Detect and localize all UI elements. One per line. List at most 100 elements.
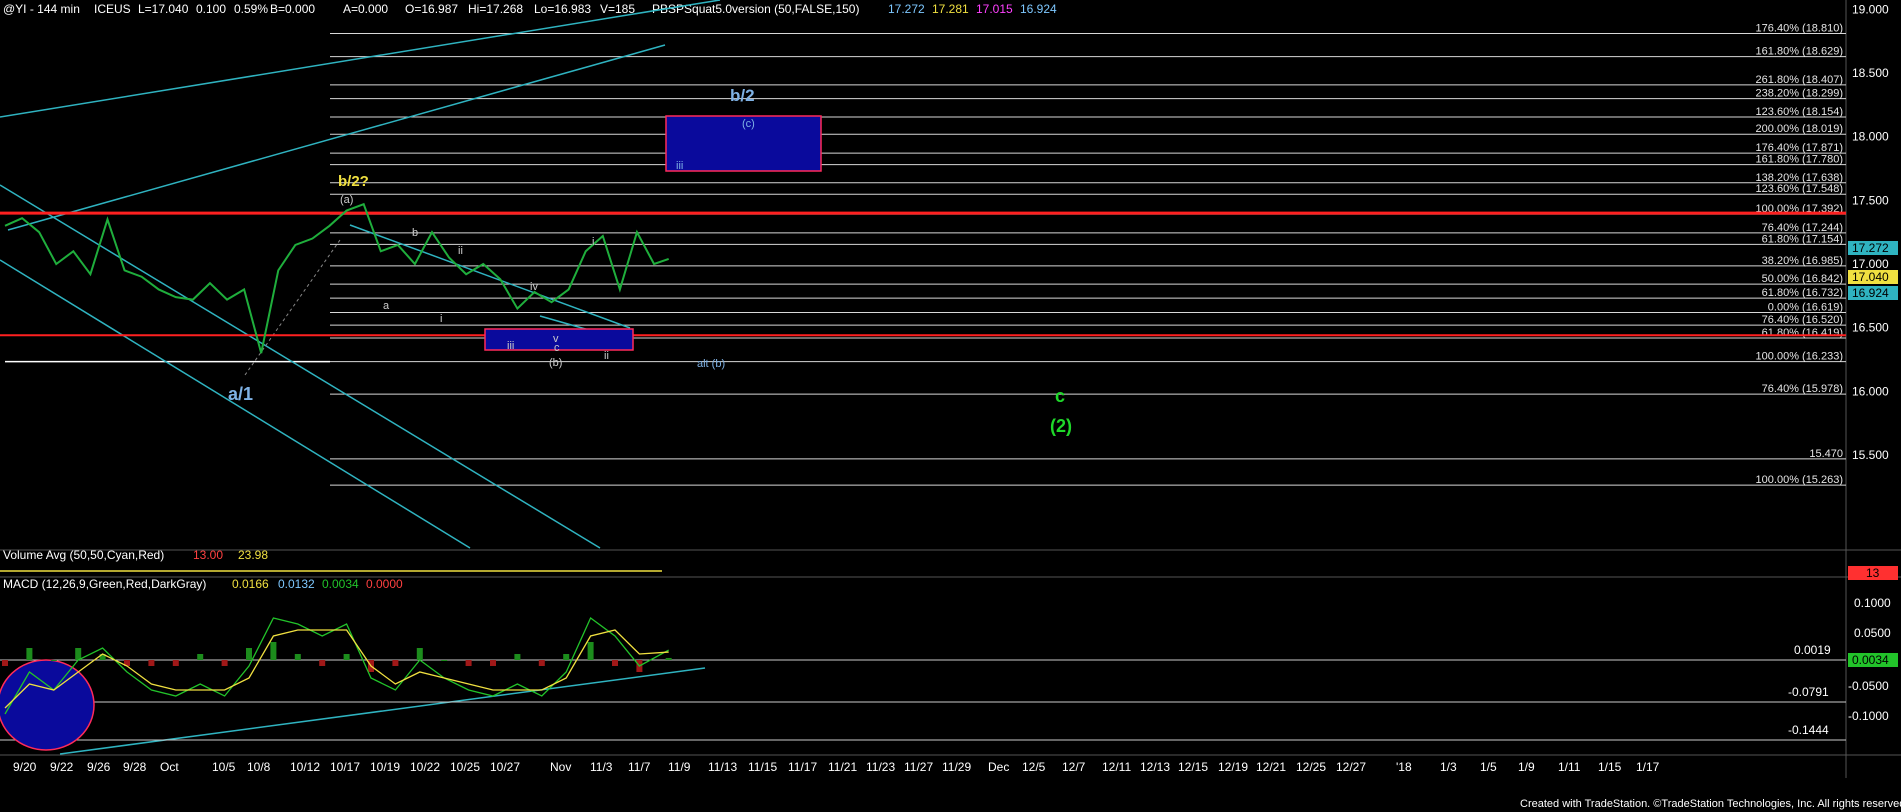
macd-hist-bar-18: [441, 660, 448, 661]
study-value-4: 16.924: [1020, 2, 1057, 16]
date-tick-0: 9/20: [13, 760, 37, 774]
date-tick-22: 11/27: [904, 760, 933, 774]
price-tick-5: 16.500: [1852, 321, 1889, 335]
macd-hist-bar-1: [26, 648, 33, 660]
change: 0.100: [196, 2, 226, 16]
date-tick-39: 1/15: [1598, 760, 1622, 774]
date-tick-1: 9/22: [50, 760, 74, 774]
date-tick-35: 1/3: [1440, 760, 1457, 774]
wave-label-c-low: c: [554, 342, 560, 354]
date-tick-29: 12/15: [1178, 760, 1208, 774]
macd-value-2: 0.0132: [278, 577, 315, 591]
macd-hist-bar-13: [319, 660, 326, 666]
macd-axis-badge: 0.0034: [1852, 653, 1889, 667]
fib-label-22: 100.00% (15.263): [1756, 474, 1843, 486]
date-tick-37: 1/9: [1518, 760, 1535, 774]
price-tick-3: 17.500: [1852, 193, 1889, 207]
date-tick-5: 10/5: [212, 760, 236, 774]
study-value-3: 17.015: [976, 2, 1013, 16]
fib-label-12: 61.80% (17.154): [1762, 233, 1843, 245]
wave-label-b2: b/2: [730, 86, 755, 105]
date-tick-3: 9/28: [123, 760, 147, 774]
fib-label-19: 100.00% (16.233): [1756, 351, 1843, 363]
date-tick-38: 1/11: [1558, 760, 1581, 774]
study-value-2: 17.281: [932, 2, 969, 16]
badge-value-2: 17.040: [1852, 270, 1889, 284]
macd-hist-bar-6: [148, 660, 155, 666]
fib-label-16: 0.00% (16.619): [1768, 302, 1843, 314]
wave-label-a1: a/1: [228, 384, 253, 404]
volume-title: Volume Avg (50,50,Cyan,Red): [3, 548, 164, 562]
date-tick-28: 12/13: [1140, 760, 1170, 774]
macd-hist-bar-10: [246, 648, 252, 660]
date-tick-26: 12/7: [1062, 760, 1086, 774]
date-tick-25: 12/5: [1022, 760, 1046, 774]
macd-level-label-3: -0.1444: [1788, 723, 1829, 737]
macd-hist-bar-9: [221, 660, 228, 666]
date-tick-13: Nov: [550, 760, 571, 774]
date-tick-2: 9/26: [87, 760, 111, 774]
macd-axis-tick-3: -0.0500: [1848, 679, 1889, 693]
date-tick-33: 12/27: [1336, 760, 1366, 774]
high: Hi=17.268: [468, 2, 523, 16]
date-tick-34: '18: [1396, 760, 1412, 774]
fib-label-17: 76.40% (16.520): [1762, 314, 1843, 326]
date-tick-24: Dec: [988, 760, 1009, 774]
last-price: L=17.040: [138, 2, 189, 16]
wave-label-b-small: b: [412, 227, 418, 239]
price-badges: 17.272 17.040 16.924: [1848, 241, 1898, 300]
symbol: @YI - 144 min: [3, 2, 80, 16]
date-tick-32: 12/25: [1296, 760, 1326, 774]
fib-label-2: 261.80% (18.407): [1756, 74, 1843, 86]
date-tick-30: 12/19: [1218, 760, 1248, 774]
exchange: ICEUS: [94, 2, 131, 16]
trading-chart: @YI - 144 min ICEUS L=17.040 0.100 0.59%…: [0, 0, 1901, 812]
fib-label-13: 38.20% (16.985): [1762, 255, 1843, 267]
macd-hist-bar-19: [465, 660, 472, 666]
price-tick-4: 17.000: [1852, 257, 1889, 271]
macd-axis-tick-4: -0.1000: [1848, 709, 1889, 723]
date-tick-17: 11/13: [708, 760, 737, 774]
macd-hist-bar-21: [514, 654, 521, 660]
date-tick-36: 1/5: [1480, 760, 1497, 774]
date-tick-10: 10/22: [410, 760, 440, 774]
date-tick-27: 12/11: [1102, 760, 1131, 774]
fib-label-18: 61.80% (16.419): [1762, 327, 1843, 339]
macd-hist-bar-27: [665, 657, 672, 660]
macd-hist-bar-16: [392, 660, 399, 666]
fib-label-20: 76.40% (15.978): [1762, 383, 1843, 395]
wave-label-iii-box: iii: [676, 160, 683, 172]
macd-level-label-1: 0.0019: [1794, 643, 1831, 657]
volume-value-2: 23.98: [238, 548, 268, 562]
wave-label-c-paren: (c): [742, 118, 755, 130]
fib-label-21: 15.470: [1809, 448, 1843, 460]
fib-label-9: 123.60% (17.548): [1756, 183, 1843, 195]
date-tick-20: 11/21: [828, 760, 857, 774]
date-tick-16: 11/9: [668, 760, 691, 774]
macd-hist-bar-7: [172, 660, 179, 666]
date-tick-23: 11/29: [942, 760, 971, 774]
macd-value-3: 0.0034: [322, 577, 359, 591]
macd-hist-bar-8: [197, 654, 204, 660]
wave-label-a-small: a: [383, 300, 390, 312]
wave-label-b-paren: (b): [549, 357, 562, 369]
wave-label-b2q: b/2?: [338, 173, 369, 190]
fib-label-14: 50.00% (16.842): [1762, 273, 1843, 285]
low: Lo=16.983: [534, 2, 591, 16]
date-tick-31: 12/21: [1256, 760, 1286, 774]
fib-label-1: 161.80% (18.629): [1756, 46, 1843, 58]
fib-label-4: 123.60% (18.154): [1756, 106, 1843, 118]
macd-highlight-ellipse: [0, 659, 95, 751]
date-tick-11: 10/25: [450, 760, 480, 774]
price-tick-2: 18.000: [1852, 130, 1889, 144]
fib-label-11: 76.40% (17.244): [1762, 222, 1843, 234]
macd-hist-bar-0: [2, 660, 8, 666]
macd-hist-bar-17: [416, 648, 423, 660]
date-tick-12: 10/27: [490, 760, 520, 774]
macd-hist-bar-12: [294, 654, 301, 660]
bid: B=0.000: [270, 2, 315, 16]
footer-credit: Created with TradeStation. ©TradeStation…: [1520, 798, 1901, 810]
date-tick-7: 10/12: [290, 760, 320, 774]
badge-value-1: 17.272: [1852, 241, 1889, 255]
wave-label-i-small: i: [440, 313, 442, 325]
